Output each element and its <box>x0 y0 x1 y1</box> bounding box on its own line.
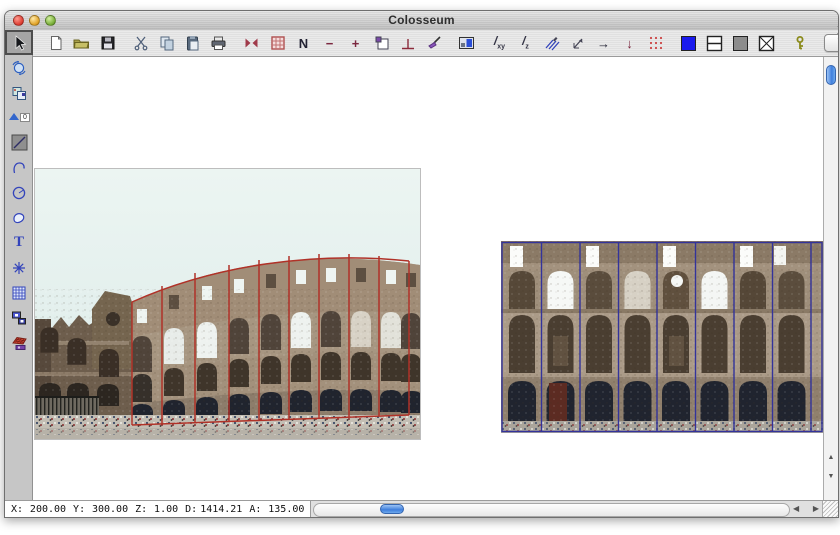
hsplit-square-icon[interactable] <box>706 35 723 52</box>
y-label: Y: <box>73 504 85 515</box>
draw-group: N − + <box>235 35 450 52</box>
asterisk-icon <box>12 261 26 275</box>
copy-icon[interactable] <box>158 35 175 52</box>
grid-icon <box>11 285 27 301</box>
text-tool[interactable]: T <box>5 230 33 255</box>
toolbar: N − + /xy /z → ↓ <box>33 30 838 57</box>
viewports-tool[interactable] <box>5 305 33 330</box>
new-document-icon[interactable] <box>47 35 64 52</box>
rectified-facade-image <box>501 241 823 433</box>
select-arrow-icon <box>12 35 27 51</box>
a-value: 135.00 <box>264 504 304 515</box>
letter-n-icon[interactable]: N <box>295 35 312 52</box>
scroll-left-arrow[interactable]: ◀ <box>793 505 799 513</box>
orbit-view-tool[interactable] <box>5 55 33 80</box>
a-label: A: <box>249 504 261 515</box>
polyline-icon <box>11 160 27 176</box>
point-tool[interactable] <box>5 255 33 280</box>
closed-curve-icon <box>11 210 27 226</box>
duplicate-views-icon <box>11 85 27 101</box>
minus-icon[interactable]: − <box>321 35 338 52</box>
window-title: Colosseum <box>5 13 838 27</box>
measure-group: /xy /z → ↓ <box>483 35 672 52</box>
d-value: 1414.21 <box>200 504 242 515</box>
help-group <box>783 35 816 52</box>
horizontal-scrollbar[interactable] <box>313 503 790 517</box>
blue-square-icon[interactable] <box>680 35 697 52</box>
perpendicular-icon[interactable] <box>399 35 416 52</box>
tool-palette: 0 T <box>5 30 33 500</box>
circle-icon <box>11 185 27 201</box>
arrow-down-icon[interactable]: ↓ <box>621 35 638 52</box>
up-arrow-icon <box>8 113 20 121</box>
fill-group <box>672 35 783 52</box>
orbit-icon <box>11 60 27 76</box>
z-label: Z: <box>135 504 147 515</box>
drawing-canvas[interactable] <box>33 57 823 500</box>
edit-group <box>124 35 235 52</box>
horizontal-scroll-thumb[interactable] <box>380 504 404 514</box>
line-icon <box>11 134 28 151</box>
arrow-right-icon[interactable]: → <box>595 35 612 52</box>
mirror-icon[interactable] <box>243 35 260 52</box>
crowd <box>501 422 823 432</box>
zero-spinner-tool[interactable]: 0 <box>5 105 33 130</box>
vertical-scroll-thumb[interactable] <box>826 65 836 85</box>
line-tool[interactable] <box>5 130 33 155</box>
d-label: D: <box>185 504 197 515</box>
xyz-button[interactable]: X-Y-Z <box>824 34 839 52</box>
brush-icon[interactable] <box>425 35 442 52</box>
resize-grip[interactable] <box>822 501 838 517</box>
axis-arrow-icon[interactable] <box>569 35 586 52</box>
red-grid-icon[interactable] <box>269 35 286 52</box>
select-arrow-tool[interactable] <box>5 30 33 55</box>
vertical-scrollbar[interactable]: ▲ ▼ <box>823 57 838 500</box>
rectified-facade[interactable] <box>501 241 823 433</box>
mesh-camera-tool[interactable] <box>5 330 33 355</box>
open-folder-icon[interactable] <box>73 35 90 52</box>
app-window: Colosseum N − + <box>4 10 839 518</box>
colosseum-photo-image <box>35 169 420 439</box>
save-icon[interactable] <box>99 35 116 52</box>
mesh-camera-icon <box>11 335 28 351</box>
gray-square-icon[interactable] <box>732 35 749 52</box>
corner-point-icon[interactable] <box>373 35 390 52</box>
paste-icon[interactable] <box>184 35 201 52</box>
file-group <box>39 35 124 52</box>
x-value: 200.00 <box>26 504 66 515</box>
coordinate-readout: X:200.00 Y:300.00 Z:1.00 D:1414.21 A:135… <box>5 501 311 517</box>
plus-icon[interactable]: + <box>347 35 364 52</box>
print-icon[interactable] <box>210 35 227 52</box>
viewports-icon <box>11 310 27 326</box>
polyline-tool[interactable] <box>5 155 33 180</box>
scroll-right-arrow[interactable]: ▶ <box>813 505 819 513</box>
slash-xy-icon[interactable]: /xy <box>491 35 508 52</box>
z-value: 1.00 <box>150 504 178 515</box>
cross-square-icon[interactable] <box>758 35 775 52</box>
circle-tool[interactable] <box>5 180 33 205</box>
dot-grid-icon[interactable] <box>647 35 664 52</box>
x-label: X: <box>11 504 23 515</box>
colosseum-photo[interactable] <box>34 168 421 440</box>
cut-icon[interactable] <box>132 35 149 52</box>
titlebar[interactable]: Colosseum <box>5 11 838 31</box>
duplicate-views-tool[interactable] <box>5 80 33 105</box>
hatch-pen-icon[interactable] <box>543 35 560 52</box>
statusbar: X:200.00 Y:300.00 Z:1.00 D:1414.21 A:135… <box>5 500 838 517</box>
scroll-down-arrow[interactable]: ▼ <box>828 473 835 480</box>
grid-tool[interactable] <box>5 280 33 305</box>
closed-curve-tool[interactable] <box>5 205 33 230</box>
panel-group <box>450 35 483 52</box>
y-value: 300.00 <box>88 504 128 515</box>
key-icon[interactable] <box>791 35 808 52</box>
slash-z-icon[interactable]: /z <box>517 35 534 52</box>
scroll-up-arrow[interactable]: ▲ <box>828 454 835 461</box>
screen: Colosseum N − + <box>0 0 840 535</box>
panel-icon[interactable] <box>458 35 475 52</box>
